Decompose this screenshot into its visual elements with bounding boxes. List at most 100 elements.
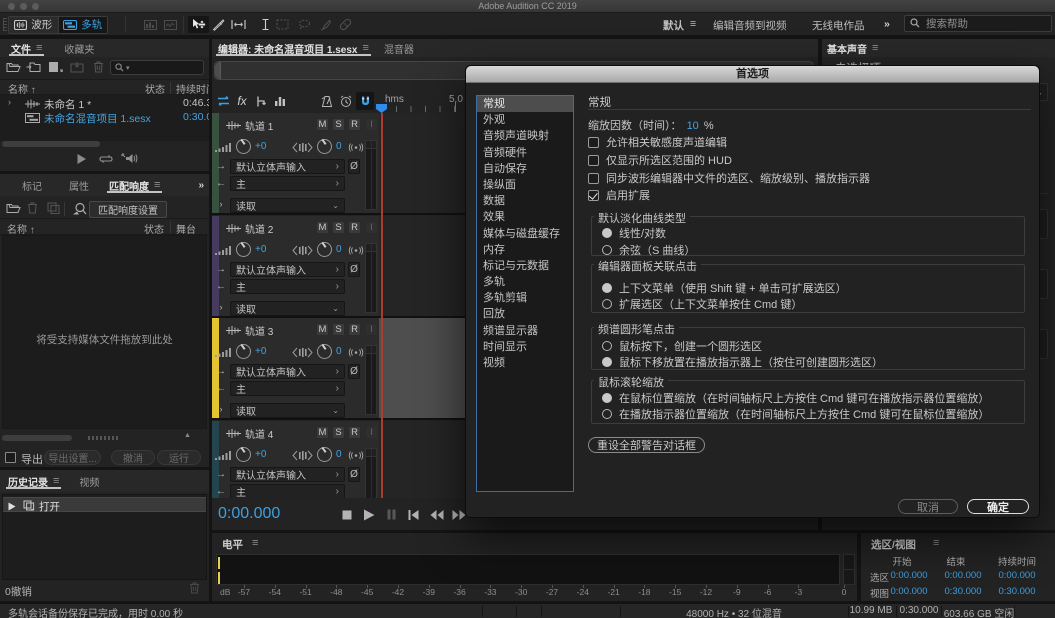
pause-button[interactable] — [383, 507, 400, 522]
preference-radio-row[interactable]: 线性/对数 — [602, 226, 666, 240]
tab-properties[interactable]: 属性 — [65, 176, 93, 194]
workspace-radio-production[interactable]: 无线电作品 — [812, 18, 865, 33]
reset-warnings-button[interactable]: 重设全部警告对话框 — [588, 437, 705, 453]
zoom-navigator-handle[interactable] — [215, 62, 221, 79]
pan-value[interactable]: 0 — [336, 141, 342, 152]
razor-tool-icon[interactable] — [209, 16, 227, 33]
radio-icon[interactable] — [602, 228, 612, 238]
tab-essential-sound[interactable]: 基本声音 ≡ — [823, 39, 882, 57]
column-header-name[interactable]: 名称 ↑ — [7, 221, 35, 236]
track-automation-select[interactable]: 读取⌄ — [230, 403, 345, 418]
metronome-icon[interactable] — [318, 92, 336, 110]
selection-time-value[interactable]: 0:00.000 — [945, 570, 982, 581]
selection-time-value[interactable]: 0:30.000 — [945, 586, 982, 597]
panel-menu-icon[interactable]: ≡ — [872, 42, 878, 54]
pan-knob[interactable] — [317, 447, 332, 462]
run-button[interactable]: 运行 — [157, 450, 201, 465]
save-icon[interactable] — [70, 61, 88, 77]
phase-invert-button[interactable]: Ø — [348, 467, 360, 482]
scan-loudness-icon[interactable] — [72, 202, 90, 218]
preferences-category[interactable]: 内存 — [477, 242, 573, 258]
marquee-selection-icon[interactable] — [273, 16, 291, 33]
pan-value[interactable]: 0 — [336, 346, 342, 357]
copy-settings-icon[interactable] — [47, 202, 65, 218]
track-output-select[interactable]: 主› — [230, 484, 345, 499]
ok-button[interactable]: 确定 — [967, 499, 1029, 514]
track-output-select[interactable]: 主› — [230, 279, 345, 294]
column-header-status[interactable]: 状态 — [145, 81, 165, 96]
tab-match-loudness[interactable]: 匹配响度 ≡ — [105, 176, 164, 194]
volume-knob[interactable] — [236, 139, 251, 154]
pan-knob[interactable] — [317, 139, 332, 154]
preference-radio-row[interactable]: 鼠标按下，创建一个圆形选区 — [602, 339, 762, 353]
solo-button[interactable]: S — [332, 118, 345, 131]
preference-checkbox-row[interactable]: 启用扩展 — [588, 188, 650, 202]
panel-menu-icon[interactable]: ≡ — [933, 537, 939, 549]
preferences-category[interactable]: 视频 — [477, 355, 573, 371]
stop-button[interactable] — [338, 507, 355, 522]
monitor-input-button[interactable]: I — [365, 221, 378, 234]
workspace-default[interactable]: 默认 — [663, 18, 684, 33]
lasso-selection-icon[interactable] — [295, 16, 313, 33]
paintbrush-tool-icon[interactable] — [316, 16, 334, 33]
preferences-category[interactable]: 媒体与磁盘缓存 — [477, 226, 573, 242]
horizontal-scrollbar[interactable] — [2, 141, 100, 147]
tab-files[interactable]: 文件 ≡ — [7, 39, 46, 57]
add-files-icon[interactable] — [6, 202, 24, 218]
preference-radio-row[interactable]: 余弦（S 曲线） — [602, 243, 695, 257]
cancel-button[interactable]: 取消 — [898, 499, 958, 514]
panel-menu-icon[interactable]: ≡ — [362, 42, 368, 54]
loop-playback-icon[interactable] — [99, 153, 114, 165]
checkbox-icon[interactable] — [588, 137, 599, 148]
trash-icon[interactable] — [189, 582, 207, 598]
selection-time-value[interactable]: 0:00.000 — [999, 570, 1036, 581]
trash-icon[interactable] — [93, 61, 111, 77]
preferences-category[interactable]: 外观 — [477, 112, 573, 128]
arm-record-button[interactable]: R — [348, 118, 361, 131]
spectral-frequency-icon[interactable] — [141, 16, 159, 33]
help-search-input[interactable]: 搜索帮助 — [904, 15, 1052, 32]
match-loudness-settings-button[interactable]: 匹配响度设置 — [89, 201, 167, 218]
preference-checkbox-row[interactable]: 允许相关敏感度声道编辑 — [588, 135, 727, 149]
undo-button[interactable]: 撤消 — [111, 450, 155, 465]
fx-toggle-icon[interactable]: fx — [233, 92, 251, 110]
selection-time-value[interactable]: 0:30.000 — [999, 586, 1036, 597]
preference-radio-row[interactable]: 扩展选区（上下文菜单按住 Cmd 键） — [602, 297, 802, 311]
column-header-stage[interactable]: 舞台 — [176, 221, 196, 236]
radio-icon[interactable] — [602, 283, 612, 293]
waveform-view-button[interactable]: 波形 — [9, 17, 58, 33]
mute-button[interactable]: M — [316, 323, 329, 336]
checkbox-icon[interactable] — [588, 190, 599, 201]
panel-menu-icon[interactable]: ≡ — [154, 179, 160, 191]
arm-record-button[interactable]: R — [348, 426, 361, 439]
mute-button[interactable]: M — [316, 118, 329, 131]
volume-knob[interactable] — [236, 447, 251, 462]
preferences-category[interactable]: 频谱显示器 — [477, 323, 573, 339]
expand-chevron-icon[interactable]: › — [215, 199, 227, 209]
time-stretch-icon[interactable] — [214, 92, 232, 110]
history-item[interactable]: 打开 — [3, 497, 206, 512]
snap-magnet-icon[interactable] — [356, 92, 374, 110]
rewind-button[interactable] — [428, 507, 445, 522]
preferences-category[interactable]: 音频硬件 — [477, 145, 573, 161]
spot-healing-brush-icon[interactable] — [336, 16, 354, 33]
preference-checkbox-row[interactable]: 仅显示所选区范围的 HUD — [588, 153, 732, 167]
tab-editor[interactable]: 编辑器: 未命名混音项目 1.sesx ≡ — [214, 39, 373, 57]
tab-video[interactable]: 视频 — [75, 472, 103, 490]
track-input-select[interactable]: 默认立体声输入› — [230, 467, 345, 482]
selection-time-value[interactable]: 0:00.000 — [891, 586, 928, 597]
pan-knob[interactable] — [317, 242, 332, 257]
checkbox-icon[interactable] — [588, 155, 599, 166]
track-automation-select[interactable]: 读取⌄ — [230, 198, 345, 213]
record-time-icon[interactable] — [337, 92, 355, 110]
export-settings-button[interactable]: 导出设置... — [44, 450, 101, 465]
volume-value[interactable]: +0 — [255, 346, 266, 357]
expand-chevron-icon[interactable]: › — [215, 404, 227, 414]
preference-checkbox-row[interactable]: 同步波形编辑器中文件的选区、缩放级别、播放指示器 — [588, 171, 870, 185]
tab-markers[interactable]: 标记 — [18, 176, 46, 194]
file-list-item[interactable]: 未命名混音项目 1.sesx0:30.0 — [0, 111, 209, 125]
preferences-category[interactable]: 音频声道映射 — [477, 128, 573, 144]
monitor-input-button[interactable]: I — [365, 426, 378, 439]
track-automation-select[interactable]: 读取⌄ — [230, 301, 345, 316]
panel-menu-icon[interactable]: ≡ — [36, 42, 42, 54]
